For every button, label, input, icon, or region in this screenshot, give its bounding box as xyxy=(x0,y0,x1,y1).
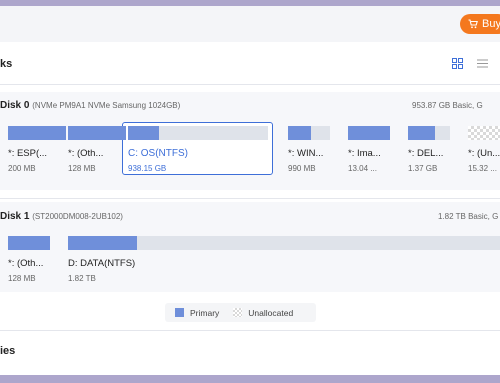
primary-swatch xyxy=(175,308,184,317)
partition-label: *: Ima... xyxy=(348,148,381,159)
partition-label: *: (Un... xyxy=(468,148,500,159)
partition-image[interactable]: *: Ima... 13.04 ... xyxy=(348,126,390,173)
divider xyxy=(0,84,500,85)
top-bar xyxy=(0,6,500,42)
partition-size: 128 MB xyxy=(8,274,36,283)
partition-size: 15.32 ... xyxy=(468,164,497,173)
buy-button[interactable]: Buy xyxy=(460,14,500,34)
disk-1-name: Disk 1 xyxy=(0,211,30,222)
partition-label: *: (Oth... xyxy=(68,148,104,159)
partition-size: 128 MB xyxy=(68,164,96,173)
partition-label: *: (Oth... xyxy=(8,258,44,269)
partition-unallocated[interactable]: *: (Un... 15.32 ... xyxy=(468,126,500,173)
disk-1-model: (ST2000DM008-2UB102) xyxy=(32,212,123,221)
partition-size: 1.82 TB xyxy=(68,274,96,283)
grid-view-icon[interactable] xyxy=(452,58,463,69)
partition-data[interactable]: D: DATA(NTFS) 1.82 TB xyxy=(68,236,500,283)
partition-label: C: OS(NTFS) xyxy=(128,148,188,159)
section-title: ks xyxy=(0,58,13,70)
partition-winre[interactable]: *: WIN... 990 MB xyxy=(288,126,330,173)
properties-title: ies xyxy=(0,345,16,357)
partition-size: 200 MB xyxy=(8,164,36,173)
partition-bar xyxy=(8,126,66,140)
buy-label: Buy xyxy=(482,18,500,30)
partition-bar xyxy=(68,236,500,250)
partition-bar xyxy=(128,126,268,140)
legend-primary: Primary xyxy=(190,307,220,318)
partition-bar xyxy=(408,126,450,140)
disk-0-name: Disk 0 xyxy=(0,100,30,111)
partition-bar xyxy=(8,236,50,250)
partition-bar xyxy=(68,126,126,140)
legend-unallocated: Unallocated xyxy=(248,307,294,318)
unallocated-swatch xyxy=(233,308,243,317)
divider xyxy=(0,198,500,199)
partition-bar xyxy=(348,126,390,140)
partition-disk1-other[interactable]: *: (Oth... 128 MB xyxy=(8,236,50,283)
partition-esp[interactable]: *: ESP(... 200 MB xyxy=(8,126,66,173)
unallocated-bar xyxy=(468,126,500,140)
partition-os[interactable]: C: OS(NTFS) 938.15 GB xyxy=(128,126,268,173)
list-view-icon[interactable] xyxy=(477,58,488,69)
partition-size: 938.15 GB xyxy=(128,164,167,173)
partition-size: 990 MB xyxy=(288,164,316,173)
partition-size: 1.37 GB xyxy=(408,164,438,173)
partition-bar xyxy=(288,126,330,140)
disk-0-model: (NVMe PM9A1 NVMe Samsung 1024GB) xyxy=(32,101,181,110)
partition-label: D: DATA(NTFS) xyxy=(68,258,136,269)
divider xyxy=(0,330,500,331)
disk-0-title: Disk 0 (NVMe PM9A1 NVMe Samsung 1024GB) xyxy=(0,100,180,111)
disk-1-title: Disk 1 (ST2000DM008-2UB102) xyxy=(0,211,123,222)
disk-0-summary: 953.87 GB Basic, G xyxy=(412,101,483,110)
partition-size: 13.04 ... xyxy=(348,164,377,173)
cart-icon xyxy=(468,19,478,29)
legend: Primary Unallocated xyxy=(165,303,316,322)
partition-label: *: DEL... xyxy=(408,148,444,159)
partition-label: *: ESP(... xyxy=(8,148,48,159)
partition-dell[interactable]: *: DEL... 1.37 GB xyxy=(408,126,450,173)
partition-label: *: WIN... xyxy=(288,148,324,159)
disk-1-summary: 1.82 TB Basic, G xyxy=(438,212,499,221)
partition-other[interactable]: *: (Oth... 128 MB xyxy=(68,126,126,173)
